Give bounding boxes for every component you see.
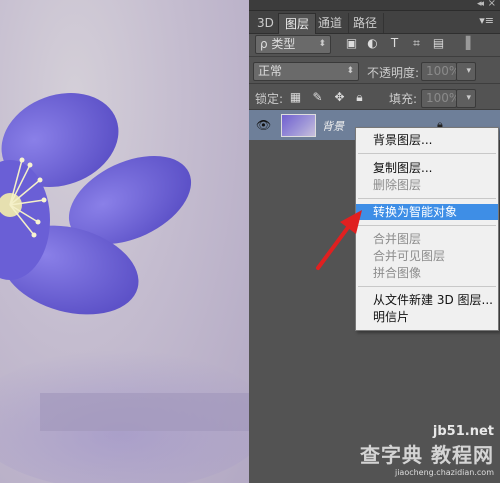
flower-photo bbox=[0, 92, 249, 483]
tab-channels[interactable]: 通道 bbox=[312, 13, 350, 33]
menu-separator bbox=[358, 198, 496, 199]
fill-dropdown[interactable]: ▾ bbox=[456, 89, 476, 108]
watermark-cn: 查字典 教程网 bbox=[360, 443, 494, 467]
panel-tabs: 3D 图层 通道 路径 ▾≡ bbox=[249, 11, 500, 34]
menu-item-duplicate-layer[interactable]: 复制图层... bbox=[356, 160, 498, 176]
menu-item-merge-layers[interactable]: 合并图层 bbox=[356, 231, 498, 247]
filter-toggle-icon[interactable]: ▌ bbox=[464, 37, 477, 50]
type-filter-icon[interactable]: T bbox=[388, 37, 401, 50]
lock-label: 锁定: bbox=[255, 92, 284, 106]
tab-paths[interactable]: 路径 bbox=[347, 13, 385, 33]
opacity-input[interactable]: 100% bbox=[421, 62, 460, 81]
panel-menu-icon[interactable]: ▾≡ bbox=[479, 14, 494, 27]
collapse-icon[interactable]: ◂◂ bbox=[477, 0, 484, 9]
watermark-site: jb51.net bbox=[432, 424, 494, 439]
menu-item-new-3d-layer-from-file[interactable]: 从文件新建 3D 图层... bbox=[356, 292, 498, 308]
menu-item-postcard[interactable]: 明信片 bbox=[356, 309, 498, 325]
lock-all-icon[interactable]: 🔒︎ bbox=[353, 91, 366, 104]
fill-input[interactable]: 100% bbox=[421, 89, 460, 108]
tab-3d[interactable]: 3D bbox=[251, 13, 281, 33]
opacity-dropdown[interactable]: ▾ bbox=[456, 62, 476, 81]
lock-position-icon[interactable]: ✥ bbox=[333, 91, 346, 104]
tab-layers[interactable]: 图层 bbox=[278, 13, 317, 34]
fill-label: 填充: bbox=[389, 92, 418, 106]
close-icon[interactable]: × bbox=[488, 0, 496, 9]
menu-item-convert-to-smart-object[interactable]: 转换为智能对象 bbox=[356, 204, 498, 220]
watermark-url: jiaocheng.chazidian.com bbox=[394, 468, 494, 477]
divider bbox=[249, 56, 500, 57]
divider bbox=[249, 83, 500, 84]
shape-filter-icon[interactable]: ⌗ bbox=[410, 37, 423, 50]
lock-image-icon[interactable]: ✎ bbox=[311, 91, 324, 104]
filter-type-select[interactable]: ρ 类型 ⬍ bbox=[255, 35, 331, 54]
visibility-eye-icon[interactable]: 👁︎ bbox=[256, 118, 271, 132]
menu-separator bbox=[358, 225, 496, 226]
menu-item-merge-visible[interactable]: 合并可见图层 bbox=[356, 248, 498, 264]
menu-item-flatten-image[interactable]: 拼合图像 bbox=[356, 265, 498, 281]
layer-context-menu: 背景图层... 复制图层... 删除图层 转换为智能对象 合并图层 合并可见图层… bbox=[355, 127, 499, 331]
blend-mode-value: 正常 bbox=[258, 64, 283, 78]
smart-object-filter-icon[interactable]: ▤ bbox=[432, 37, 445, 50]
menu-separator bbox=[358, 153, 496, 154]
document-canvas[interactable] bbox=[0, 0, 249, 483]
layer-name[interactable]: 背景 bbox=[322, 118, 344, 134]
watermark: jb51.net 查字典 教程网 jiaocheng.chazidian.com bbox=[360, 424, 494, 477]
lock-transparent-icon[interactable]: ▦ bbox=[289, 91, 302, 104]
opacity-label: 不透明度: bbox=[367, 66, 420, 80]
panel-title-bar: ◂◂ × bbox=[249, 0, 500, 11]
image-filter-icon[interactable]: ▣ bbox=[345, 37, 358, 50]
filter-label: ρ 类型 bbox=[260, 37, 296, 51]
menu-item-background-layer[interactable]: 背景图层... bbox=[356, 132, 498, 148]
adjustment-filter-icon[interactable]: ◐ bbox=[366, 37, 379, 50]
menu-separator bbox=[358, 286, 496, 287]
menu-item-delete-layer[interactable]: 删除图层 bbox=[356, 177, 498, 193]
layer-thumbnail bbox=[281, 114, 316, 137]
blend-mode-select[interactable]: 正常 ⬍ bbox=[253, 62, 359, 81]
